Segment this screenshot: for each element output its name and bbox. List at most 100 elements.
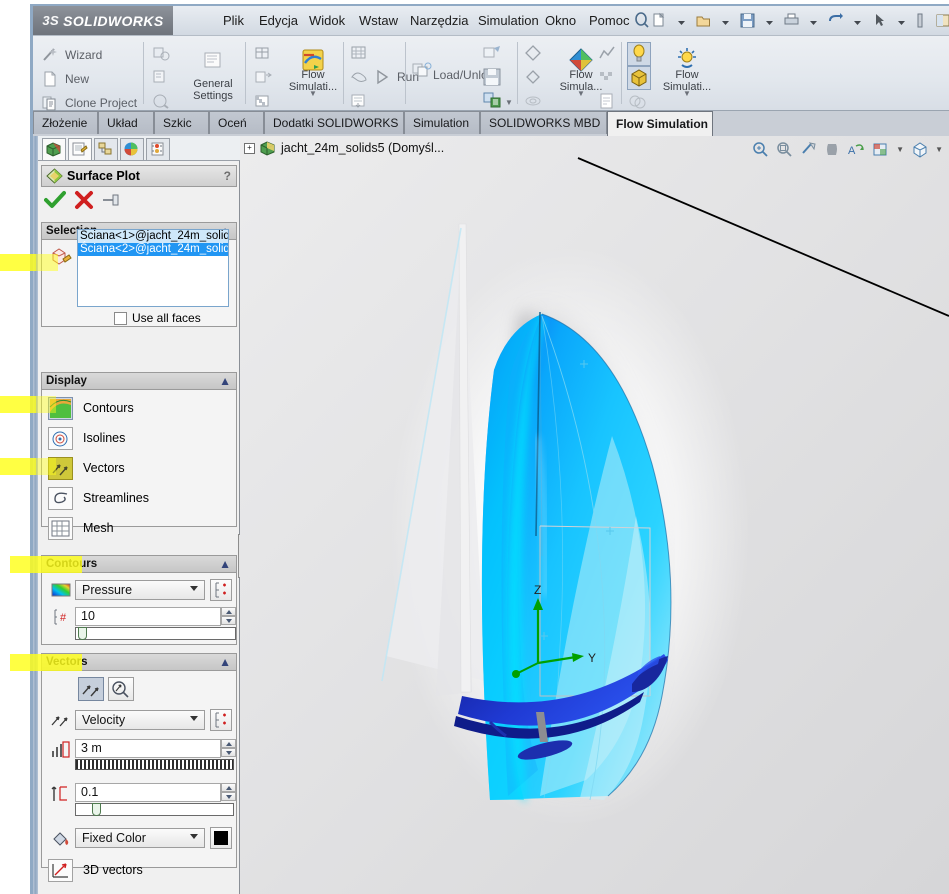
- new-file-caret[interactable]: [678, 15, 685, 29]
- display-manager-tab[interactable]: [120, 138, 144, 160]
- save-results-icon[interactable]: [481, 66, 503, 88]
- checkbox-box[interactable]: [114, 311, 127, 325]
- goal-plot-icon[interactable]: [597, 44, 619, 64]
- display-caret-icon[interactable]: ▼: [683, 88, 691, 100]
- measure-icon[interactable]: [915, 12, 925, 32]
- vectors-color-swatch-button[interactable]: [210, 827, 232, 849]
- use-all-faces-checkbox[interactable]: Use all faces: [114, 311, 201, 325]
- vectors-zoom-button[interactable]: [108, 677, 134, 701]
- menu-plik[interactable]: Plik: [219, 11, 248, 31]
- chevron-up-icon[interactable]: ▲: [219, 374, 231, 388]
- export-caret-icon[interactable]: ▼: [505, 98, 513, 107]
- appearance-icon[interactable]: [935, 12, 949, 32]
- undo-icon[interactable]: [827, 12, 844, 32]
- display-group-header[interactable]: Display ▲: [42, 373, 236, 390]
- menu-edycja[interactable]: Edycja: [255, 11, 302, 31]
- print-caret[interactable]: [810, 15, 817, 29]
- flow-simulation-caret-icon[interactable]: ▼: [309, 88, 317, 100]
- stepper-up[interactable]: [221, 739, 236, 748]
- property-manager-tab[interactable]: [68, 138, 92, 160]
- load-results-icon[interactable]: [411, 60, 433, 80]
- tab-simulation[interactable]: Simulation: [404, 111, 480, 134]
- batch-results-icon[interactable]: [349, 92, 371, 112]
- arrow-size-slider[interactable]: [75, 803, 234, 816]
- expander-icon[interactable]: +: [244, 142, 255, 154]
- zoom-to-area-icon[interactable]: [776, 141, 793, 158]
- tab-uklad[interactable]: Układ: [98, 111, 154, 134]
- select-icon[interactable]: [871, 12, 888, 32]
- list-item[interactable]: Ściana<2>@jacht_24m_solid: [78, 243, 228, 256]
- adjust-palette-button[interactable]: [210, 579, 232, 601]
- menu-wstaw[interactable]: Wstaw: [355, 11, 402, 31]
- computational-domain-icon[interactable]: [151, 68, 173, 88]
- graphics-viewport[interactable]: Z Y + jacht_24m_solids5 (Domyśl... A ▼ ▼: [240, 136, 949, 894]
- check-geometry-icon[interactable]: [151, 92, 173, 112]
- cancel-button[interactable]: [74, 190, 94, 213]
- pin-icon[interactable]: [633, 12, 651, 33]
- previous-view-icon[interactable]: [800, 141, 817, 158]
- stepper-down[interactable]: [221, 792, 236, 801]
- three-d-vectors-option[interactable]: 3D vectors: [48, 857, 234, 883]
- slider-thumb[interactable]: [92, 803, 101, 816]
- ribbon-clone-project-button[interactable]: Clone Project: [41, 94, 137, 112]
- display-option-contours[interactable]: Contours: [48, 395, 234, 421]
- flow-simulation-tree-tab[interactable]: [146, 138, 170, 160]
- open-file-icon[interactable]: [695, 12, 712, 32]
- display-option-mesh[interactable]: Mesh: [48, 515, 234, 541]
- vectors-adjust-palette-button[interactable]: [210, 709, 232, 731]
- vector-spacing-stepper[interactable]: [221, 739, 236, 758]
- contours-levels-input[interactable]: 10: [75, 607, 221, 626]
- boundary-condition-icon[interactable]: [253, 68, 275, 88]
- vectors-parameter-dropdown[interactable]: Velocity: [75, 710, 205, 730]
- zoom-to-fit-icon[interactable]: [752, 141, 769, 158]
- arrow-size-stepper[interactable]: [221, 783, 236, 802]
- contours-parameter-dropdown[interactable]: Pressure: [75, 580, 205, 600]
- undo-caret[interactable]: [854, 15, 861, 29]
- menu-okno[interactable]: Okno: [541, 11, 580, 31]
- transparency-icon[interactable]: [627, 92, 651, 112]
- new-file-icon[interactable]: [651, 12, 668, 32]
- chevron-up-icon[interactable]: ▲: [219, 557, 231, 571]
- tab-solidworks-mbd[interactable]: SOLIDWORKS MBD: [480, 111, 607, 134]
- display-option-isolines[interactable]: Isolines: [48, 425, 234, 451]
- menu-pomoc[interactable]: Pomoc: [585, 11, 633, 31]
- stepper-up[interactable]: [221, 783, 236, 792]
- contours-levels-stepper[interactable]: [221, 607, 236, 626]
- contours-levels-slider[interactable]: [75, 627, 236, 640]
- ribbon-new-button[interactable]: New: [41, 70, 89, 88]
- tab-flow-simulation[interactable]: Flow Simulation: [607, 111, 713, 136]
- stepper-down[interactable]: [221, 616, 236, 625]
- pushpin-button[interactable]: [101, 192, 123, 211]
- save-icon[interactable]: [739, 12, 756, 32]
- flow-trajectory-icon[interactable]: [597, 68, 619, 88]
- goals-icon[interactable]: [253, 92, 275, 112]
- list-item[interactable]: Ściana<1>@jacht_24m_solid: [78, 230, 228, 243]
- arrow-size-input[interactable]: 0.1: [75, 783, 221, 802]
- save-caret[interactable]: [766, 15, 773, 29]
- cut-plot-icon[interactable]: [523, 44, 545, 64]
- menu-simulation[interactable]: Simulation: [474, 11, 543, 31]
- hide-show-icon[interactable]: [911, 141, 928, 158]
- ribbon-wizard-button[interactable]: Wizard: [41, 46, 102, 64]
- display-mode-icon[interactable]: [627, 66, 651, 90]
- slider-thumb[interactable]: [78, 627, 87, 640]
- display-option-vectors[interactable]: Vectors: [48, 455, 234, 481]
- mesh-settings-icon[interactable]: [253, 44, 275, 64]
- select-caret[interactable]: [898, 15, 905, 29]
- stepper-down[interactable]: [221, 748, 236, 757]
- selection-list[interactable]: Ściana<1>@jacht_24m_solid Ściana<2>@jach…: [77, 229, 229, 307]
- export-data-icon[interactable]: [481, 90, 503, 110]
- vectors-color-dropdown[interactable]: Fixed Color: [75, 828, 205, 848]
- menu-narzedzia[interactable]: Narzędzia: [406, 11, 473, 31]
- vectors-on-face-button[interactable]: [78, 677, 104, 701]
- surface-plot-icon[interactable]: [523, 68, 545, 88]
- display-style-icon[interactable]: [872, 141, 889, 158]
- tab-ocen[interactable]: Oceń: [209, 111, 264, 134]
- help-icon[interactable]: ?: [224, 169, 231, 183]
- display-option-streamlines[interactable]: Streamlines: [48, 485, 234, 511]
- tab-zlozenie[interactable]: Złożenie: [33, 111, 98, 134]
- print-icon[interactable]: [783, 12, 800, 32]
- report-icon[interactable]: [597, 92, 619, 112]
- view-orientation-icon[interactable]: A: [848, 141, 865, 158]
- tab-szkic[interactable]: Szkic: [154, 111, 209, 134]
